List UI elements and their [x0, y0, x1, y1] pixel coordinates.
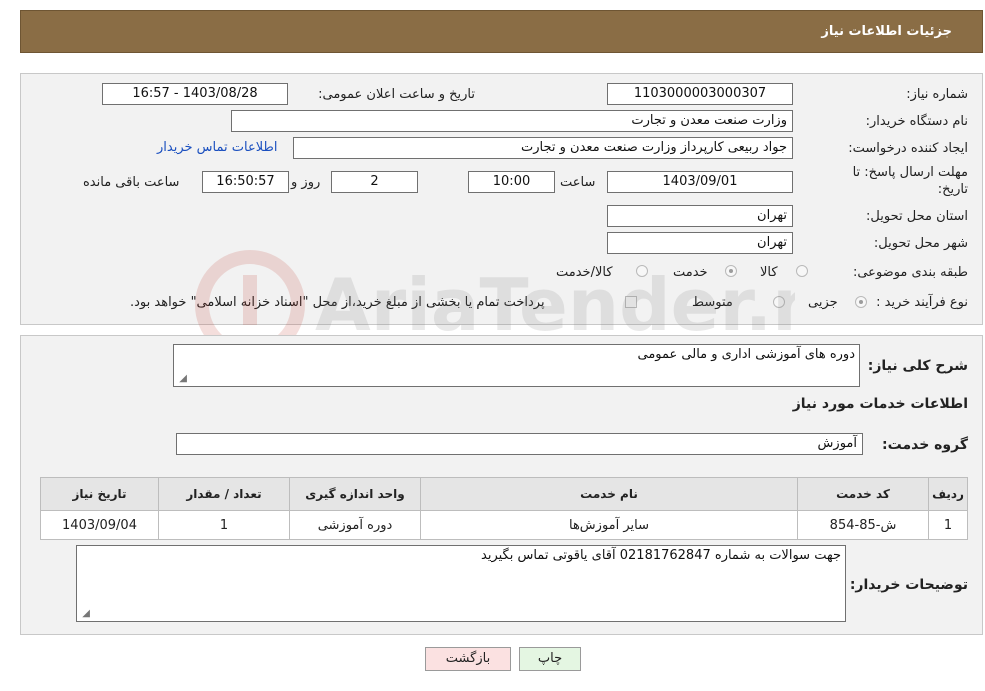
back-button[interactable]: بازگشت: [425, 647, 511, 671]
radio-service[interactable]: [725, 265, 737, 277]
need-number-label: شماره نیاز:: [906, 87, 968, 102]
delivery-city-label: شهر محل تحویل:: [873, 236, 968, 251]
service-group-field: آموزش: [176, 433, 863, 455]
col-row: ردیف: [928, 477, 968, 511]
cell-unit: دوره آموزشی: [289, 510, 421, 540]
purchase-process-label: نوع فرآیند خرید :: [876, 295, 968, 310]
announce-datetime-label: تاریخ و ساعت اعلان عمومی:: [318, 87, 475, 102]
radio-goods-label: کالا: [760, 265, 778, 280]
subject-category-label: طبقه بندی موضوعی:: [852, 265, 968, 280]
delivery-province-label: استان محل تحویل:: [866, 209, 968, 224]
summary-text: دوره های آموزشی اداری و مالی عمومی: [637, 347, 856, 362]
radio-service-label: خدمت: [673, 265, 708, 280]
deadline-label-date: تاریخ:: [937, 182, 968, 197]
remaining-days-label: روز و: [291, 175, 321, 190]
radio-medium-label: متوسط: [692, 295, 733, 310]
services-table: ردیف کد خدمت نام خدمت واحد اندازه گیری ت…: [40, 477, 968, 540]
col-unit: واحد اندازه گیری: [289, 477, 421, 511]
services-title: اطلاعات خدمات مورد نیاز: [792, 396, 968, 412]
buyer-contact-link[interactable]: اطلاعات تماس خریدار: [157, 140, 277, 155]
radio-medium[interactable]: [773, 296, 785, 308]
radio-goods[interactable]: [796, 265, 808, 277]
col-quantity: تعداد / مقدار: [158, 477, 290, 511]
radio-goods-service-label: کالا/خدمت: [556, 265, 613, 280]
requester-label: ایجاد کننده درخواست:: [848, 141, 968, 156]
table-row: 1 ش-85-854 سایر آموزش‌ها دوره آموزشی 1 1…: [40, 510, 968, 540]
summary-textarea[interactable]: دوره های آموزشی اداری و مالی عمومی ◢: [173, 344, 860, 387]
buyer-org-label: نام دستگاه خریدار:: [865, 114, 968, 129]
need-number-field: 1103000003000307: [607, 83, 793, 105]
deadline-time-label: ساعت: [560, 175, 596, 190]
page-title: جزئیات اطلاعات نیاز: [821, 24, 952, 39]
buyer-notes-textarea[interactable]: جهت سوالات به شماره 02181762847 آقای یاق…: [76, 545, 846, 622]
summary-label: شرح کلی نیاز:: [867, 358, 968, 374]
cell-quantity: 1: [158, 510, 290, 540]
service-group-label: گروه خدمت:: [882, 437, 968, 453]
cell-need-date: 1403/09/04: [40, 510, 159, 540]
resize-grip-icon[interactable]: ◢: [177, 374, 187, 384]
treasury-checkbox[interactable]: [625, 296, 637, 308]
buyer-notes-text: جهت سوالات به شماره 02181762847 آقای یاق…: [481, 548, 841, 563]
radio-minor[interactable]: [855, 296, 867, 308]
deadline-time-field: 10:00: [468, 171, 555, 193]
cell-row: 1: [928, 510, 968, 540]
cell-service-code: ش-85-854: [797, 510, 929, 540]
col-service-code: کد خدمت: [797, 477, 929, 511]
print-button[interactable]: چاپ: [519, 647, 581, 671]
radio-minor-label: جزیی: [808, 295, 838, 310]
delivery-city-field: تهران: [607, 232, 793, 254]
resize-grip-icon[interactable]: ◢: [80, 609, 90, 619]
remaining-time-label: ساعت باقی مانده: [83, 175, 180, 190]
deadline-label: مهلت ارسال پاسخ: تا: [852, 165, 968, 180]
col-service-name: نام خدمت: [420, 477, 798, 511]
page-header: جزئیات اطلاعات نیاز: [20, 10, 983, 53]
remaining-time-field: 16:50:57: [202, 171, 289, 193]
table-header-row: ردیف کد خدمت نام خدمت واحد اندازه گیری ت…: [40, 477, 968, 511]
radio-goods-service[interactable]: [636, 265, 648, 277]
announce-datetime-field: 1403/08/28 - 16:57: [102, 83, 288, 105]
delivery-province-field: تهران: [607, 205, 793, 227]
buyer-notes-label: توضیحات خریدار:: [849, 577, 968, 593]
deadline-date-field: 1403/09/01: [607, 171, 793, 193]
cell-service-name: سایر آموزش‌ها: [420, 510, 798, 540]
treasury-note: پرداخت تمام یا بخشی از مبلغ خرید،از محل …: [130, 295, 545, 310]
remaining-days-field: 2: [331, 171, 418, 193]
requester-field: جواد ربیعی کارپرداز وزارت صنعت معدن و تج…: [293, 137, 793, 159]
col-need-date: تاریخ نیاز: [40, 477, 159, 511]
buyer-org-field: وزارت صنعت معدن و تجارت: [231, 110, 793, 132]
